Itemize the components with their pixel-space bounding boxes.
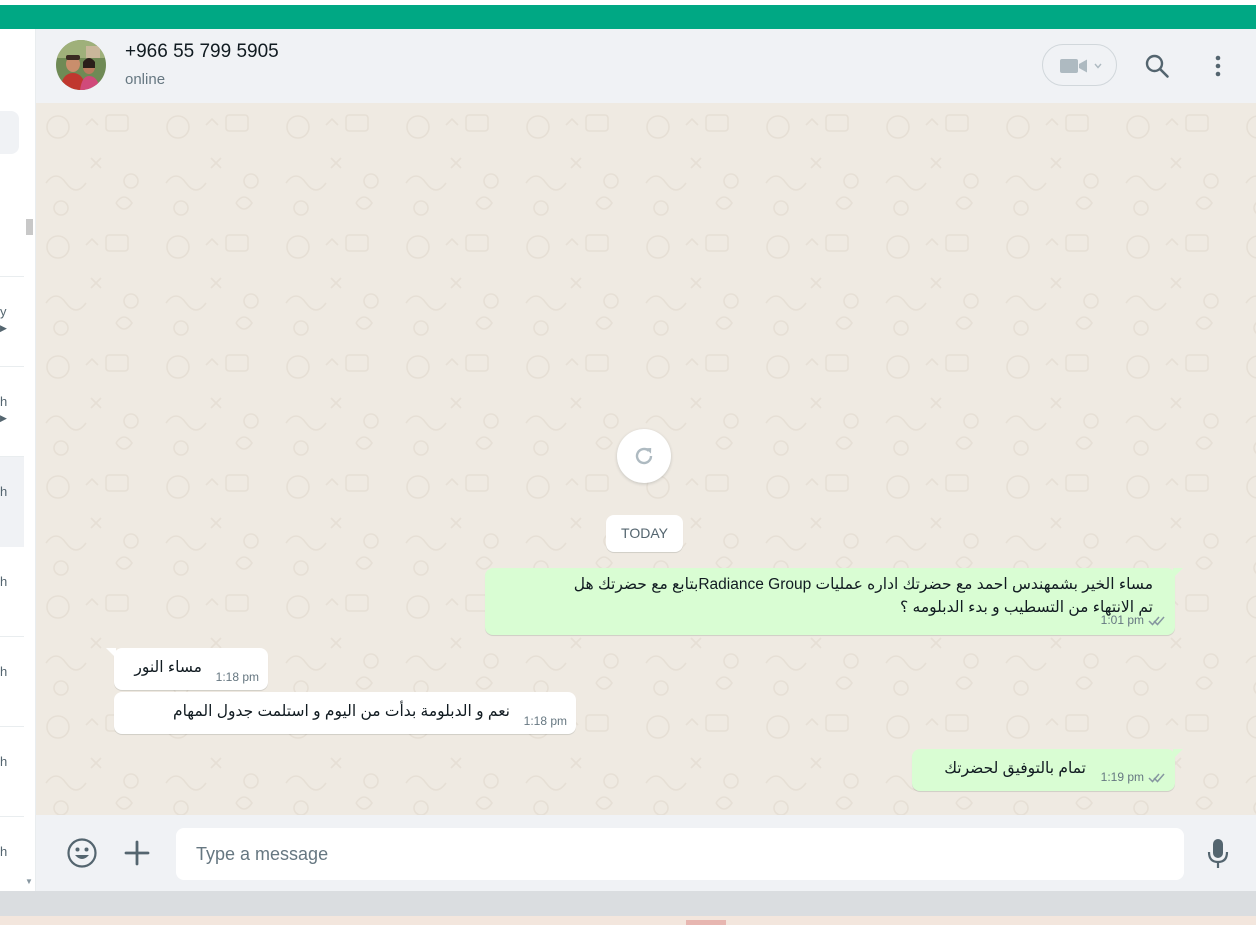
chevron-right-icon: ▶ xyxy=(0,323,7,333)
message-meta: 1:18 pm xyxy=(524,714,567,728)
microphone-icon[interactable] xyxy=(1206,838,1230,870)
menu-icon[interactable] xyxy=(1208,53,1228,79)
outgoing-message[interactable]: مساء الخير بشمهندس احمد مع حضرتك اداره ع… xyxy=(485,568,1183,635)
brand-header-band xyxy=(0,5,1256,29)
attach-plus-icon[interactable] xyxy=(124,840,150,866)
message-meta: 1:18 pm xyxy=(216,670,259,684)
read-receipt-icon xyxy=(1148,773,1165,783)
message-time: 1:18 pm xyxy=(215,670,259,684)
window-bottom-margin xyxy=(0,891,1256,916)
message-text-line: نعم و الدبلومة بدأت من اليوم و استلمت جد… xyxy=(172,703,510,720)
sidebar-scrollbar[interactable] xyxy=(26,219,33,235)
contact-status: online xyxy=(125,71,166,88)
message-text-line: تمام بالتوفيق لحضرتك xyxy=(944,760,1086,777)
message-time: 1:19 pm xyxy=(1100,770,1144,784)
video-call-icon xyxy=(1060,59,1087,73)
contact-name[interactable]: +966 55 799 5905 xyxy=(125,41,279,63)
divider xyxy=(0,636,24,637)
message-area[interactable]: TODAY مساء الخير بشمهندس احمد مع حضرتك ا… xyxy=(36,103,1256,815)
divider xyxy=(0,276,24,277)
search-icon[interactable] xyxy=(1144,53,1170,79)
emoji-icon[interactable] xyxy=(66,837,98,869)
divider xyxy=(0,726,24,727)
refresh-icon xyxy=(635,447,653,465)
reload-button[interactable] xyxy=(617,429,671,483)
bubble-tail xyxy=(106,648,116,658)
divider xyxy=(0,816,24,817)
chat-item-text: h xyxy=(0,844,8,859)
chat-list-sidebar: y ▶ h ▶ h h h h h ▼ xyxy=(0,29,36,891)
chevron-down-icon xyxy=(1094,63,1102,69)
message-time: 1:01 pm xyxy=(1100,613,1144,627)
chat-search-box[interactable] xyxy=(0,111,19,154)
incoming-message[interactable]: نعم و الدبلومة بدأت من اليوم و استلمت جد… xyxy=(114,692,576,734)
message-time: 1:18 pm xyxy=(523,714,567,728)
message-composer xyxy=(36,815,1256,891)
contact-avatar[interactable] xyxy=(56,40,106,90)
message-text-line: مساء النور xyxy=(134,659,202,676)
taskbar-item[interactable] xyxy=(686,920,726,925)
whatsapp-app: y ▶ h ▶ h h h h h ▼ +966 55 799 5905 onl… xyxy=(0,29,1256,891)
chat-item-text: h xyxy=(0,394,8,409)
video-call-button[interactable] xyxy=(1042,44,1117,86)
chat-item-selected[interactable] xyxy=(0,457,24,547)
chevron-right-icon: ▶ xyxy=(0,413,7,423)
chat-item-text: h xyxy=(0,664,8,679)
bubble-tail xyxy=(1173,749,1183,759)
message-input[interactable] xyxy=(176,828,1184,880)
read-receipt-icon xyxy=(1148,616,1165,626)
incoming-message[interactable]: مساء النور 1:18 pm xyxy=(106,648,268,690)
os-taskbar xyxy=(0,916,1256,925)
chat-item-text: h xyxy=(0,484,8,499)
outgoing-message[interactable]: تمام بالتوفيق لحضرتك 1:19 pm xyxy=(912,749,1183,791)
message-meta: 1:01 pm xyxy=(1101,613,1166,627)
chat-item-text: h xyxy=(0,574,8,589)
message-meta: 1:19 pm xyxy=(1101,770,1166,784)
scroll-down-icon[interactable]: ▼ xyxy=(25,877,33,886)
bubble-tail xyxy=(1173,568,1183,578)
chat-item-text: h xyxy=(0,754,8,769)
conversation-header[interactable]: +966 55 799 5905 online xyxy=(36,29,1256,103)
message-text-line: مساء الخير بشمهندس احمد مع حضرتك اداره ع… xyxy=(573,576,1153,593)
divider xyxy=(0,366,24,367)
date-separator: TODAY xyxy=(606,515,683,552)
chat-item-text: y xyxy=(0,304,7,319)
